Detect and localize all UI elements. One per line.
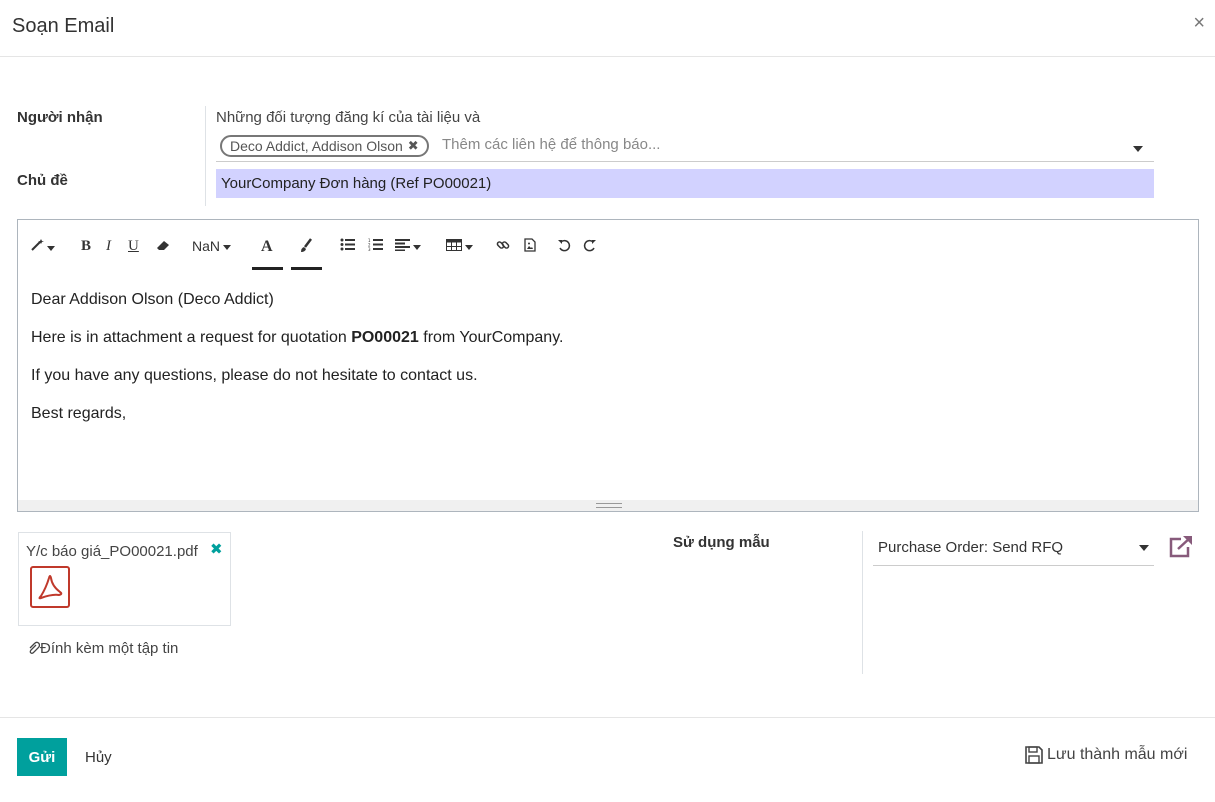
bold-button[interactable]: B: [81, 238, 91, 255]
font-color-button[interactable]: A: [261, 238, 273, 256]
body-line: If you have any questions, please do not…: [31, 367, 478, 384]
chevron-down-icon[interactable]: [1133, 146, 1143, 152]
email-body-editor[interactable]: B I U NaN A 123 Dear Addison Olson (Deco…: [17, 219, 1199, 512]
recipient-tag-label: Deco Addict, Addison Olson: [230, 138, 403, 154]
recipients-field[interactable]: Deco Addict, Addison Olson ✖ Thêm các li…: [216, 133, 1154, 162]
recipients-label: Người nhận: [17, 109, 103, 126]
svg-text:3: 3: [368, 247, 371, 251]
align-left-icon[interactable]: [395, 238, 421, 255]
body-line-text: from YourCompany.: [418, 329, 564, 346]
body-greeting: Dear Addison Olson (Deco Addict): [31, 291, 274, 308]
recipients-note: Những đối tượng đăng kí của tài liệu và: [216, 109, 481, 126]
dialog-header: Soạn Email ×: [0, 0, 1215, 57]
attachment-card: Y/c báo giá_PO00021.pdf ✖: [18, 532, 231, 626]
magic-wand-icon[interactable]: [30, 238, 55, 256]
pdf-file-icon[interactable]: [30, 566, 70, 608]
close-icon[interactable]: ×: [1193, 12, 1205, 35]
template-select[interactable]: Purchase Order: Send RFQ: [873, 532, 1154, 566]
template-label: Sử dụng mẫu: [673, 534, 770, 551]
po-reference: PO00021: [351, 329, 419, 346]
save-as-template-button[interactable]: Lưu thành mẫu mới: [1024, 745, 1187, 765]
eraser-icon[interactable]: [155, 238, 171, 256]
attachment-filename[interactable]: Y/c báo giá_PO00021.pdf: [26, 543, 198, 560]
body-line: Here is in attachment a request for quot…: [31, 328, 563, 347]
chevron-down-icon[interactable]: [1139, 545, 1149, 551]
remove-attachment-icon[interactable]: ✖: [210, 540, 223, 558]
save-icon: [1025, 746, 1043, 764]
remove-tag-icon[interactable]: ✖: [408, 137, 419, 155]
dialog-title: Soạn Email: [12, 15, 115, 37]
external-link-icon[interactable]: [1168, 535, 1194, 564]
template-selected: Purchase Order: Send RFQ: [878, 539, 1064, 556]
email-body-content[interactable]: Dear Addison Olson (Deco Addict) Here is…: [31, 290, 563, 442]
save-as-template-label: Lưu thành mẫu mới: [1047, 746, 1188, 763]
editor-resize-handle[interactable]: [18, 500, 1198, 511]
form-divider: [205, 106, 206, 206]
recipient-tag: Deco Addict, Addison Olson ✖: [220, 135, 429, 157]
template-divider: [862, 531, 863, 674]
body-line-text: Here is in attachment a request for quot…: [31, 329, 352, 346]
bg-color-swatch: [291, 267, 322, 270]
image-icon[interactable]: [523, 238, 537, 256]
undo-icon[interactable]: [557, 238, 571, 256]
attach-file-link[interactable]: Đính kèm một tập tin: [28, 640, 178, 657]
body-closing: Best regards,: [31, 405, 127, 422]
dialog-footer: Gửi Hủy Lưu thành mẫu mới: [0, 717, 1215, 802]
grip-icon: [596, 503, 622, 508]
font-size-dropdown[interactable]: NaN: [192, 238, 232, 254]
send-button[interactable]: Gửi: [17, 738, 67, 776]
font-color-swatch: [252, 267, 283, 270]
link-icon[interactable]: [496, 238, 510, 256]
cancel-button[interactable]: Hủy: [75, 738, 122, 776]
attach-file-label: Đính kèm một tập tin: [40, 640, 179, 657]
recipients-input[interactable]: Thêm các liên hệ để thông báo...: [442, 136, 660, 153]
underline-button[interactable]: U: [128, 238, 139, 255]
subject-input[interactable]: YourCompany Đơn hàng (Ref PO00021): [216, 169, 1154, 198]
font-size-label: NaN: [192, 238, 221, 254]
table-icon[interactable]: [446, 238, 473, 255]
brush-icon[interactable]: [299, 238, 313, 258]
subject-label: Chủ đề: [17, 172, 68, 189]
editor-toolbar: B I U NaN A 123: [18, 220, 1198, 272]
redo-icon[interactable]: [583, 238, 597, 256]
paperclip-icon: [29, 641, 41, 654]
unordered-list-icon[interactable]: [340, 238, 355, 255]
italic-button[interactable]: I: [106, 238, 111, 255]
ordered-list-icon[interactable]: 123: [368, 238, 383, 255]
